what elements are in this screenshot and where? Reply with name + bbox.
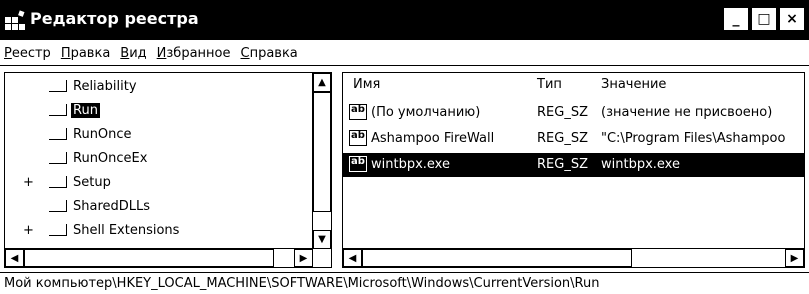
list-horizontal-scrollbar[interactable]: ◀ ▶ — [343, 248, 804, 267]
menu-access-key: Р — [4, 46, 12, 61]
tree-item[interactable]: SharedDLLs — [49, 195, 152, 217]
tree-item-label[interactable]: Setup — [71, 175, 113, 190]
menu-item[interactable]: Правка — [61, 46, 110, 61]
list-row[interactable]: ab wintbpx.exe REG_SZ wintbpx.exe — [343, 153, 804, 177]
column-header-type[interactable]: Тип — [537, 77, 562, 92]
scroll-right-arrow-icon[interactable]: ▶ — [294, 249, 313, 267]
scroll-left-arrow-icon[interactable]: ◀ — [5, 249, 24, 267]
registry-editor-icon — [4, 8, 26, 32]
tree-item[interactable]: RunOnce — [49, 123, 134, 145]
status-path: Мой компьютер\HKEY_LOCAL_MACHINE\SOFTWAR… — [4, 276, 600, 291]
tree-vertical-scrollbar[interactable]: ▲ ▼ — [312, 73, 331, 249]
menu-access-key: С — [240, 46, 250, 61]
scroll-down-arrow-icon[interactable]: ▼ — [313, 230, 331, 249]
tree-connector — [49, 176, 67, 188]
scroll-up-arrow-icon[interactable]: ▲ — [313, 73, 331, 92]
tree-item[interactable]: RunOnceEx — [49, 147, 149, 169]
string-value-icon: ab — [349, 156, 367, 172]
tree-connector — [49, 104, 67, 116]
expand-plus-icon[interactable]: + — [23, 223, 35, 238]
value-data: (значение не присвоено) — [601, 105, 773, 120]
menu-item[interactable]: Справка — [241, 46, 298, 61]
list-row[interactable]: ab Ashampoo FireWall REG_SZ "C:\Program Fil… — [343, 127, 804, 151]
list-horizontal-scroll-thumb[interactable] — [362, 249, 632, 267]
scroll-right-arrow-icon[interactable]: ▶ — [785, 249, 804, 267]
tree-item-label[interactable]: RunOnceEx — [71, 151, 149, 166]
window-title: Редактор реестра — [30, 9, 199, 28]
tree-connector — [49, 200, 67, 212]
menu-access-key: И — [156, 46, 167, 61]
tree-horizontal-scrollbar[interactable]: ◀ ▶ — [5, 248, 313, 267]
value-type: REG_SZ — [537, 131, 588, 146]
values-list-pane[interactable]: Имя Тип Значение ab (По умолчанию) REG_SZ (… — [342, 72, 805, 268]
value-name: Ashampoo FireWall — [371, 131, 495, 146]
list-header: Имя Тип Значение — [343, 73, 804, 95]
value-data: wintbpx.exe — [601, 157, 680, 172]
tree-item-label[interactable]: SharedDLLs — [71, 199, 152, 214]
value-name: (По умолчанию) — [371, 105, 481, 120]
menu-item[interactable]: Реестр — [4, 46, 51, 61]
tree-vertical-scroll-thumb[interactable] — [313, 92, 331, 212]
tree-item-label[interactable]: Reliability — [71, 79, 139, 94]
menu-item[interactable]: Избранное — [157, 46, 231, 61]
menu-access-key: В — [120, 46, 130, 61]
minimize-button[interactable]: _ — [723, 7, 749, 31]
column-header-value[interactable]: Значение — [601, 77, 666, 92]
tree-item[interactable]: Reliability — [49, 75, 139, 97]
string-value-icon: ab — [349, 130, 367, 146]
tree-item[interactable]: + Shell Extensions — [23, 219, 181, 241]
tree-item-label[interactable]: Run — [71, 102, 100, 118]
value-name: wintbpx.exe — [371, 157, 450, 172]
scroll-left-arrow-icon[interactable]: ◀ — [343, 249, 362, 267]
tree-item-label[interactable]: Shell Extensions — [71, 223, 181, 238]
maximize-button[interactable]: □ — [751, 7, 777, 31]
menu-item[interactable]: Вид — [120, 46, 146, 61]
tree-item-label[interactable]: RunOnce — [71, 127, 134, 142]
tree-connector — [49, 128, 67, 140]
tree-connector — [49, 152, 67, 164]
tree-horizontal-scroll-thumb[interactable] — [24, 249, 274, 267]
tree-connector — [49, 80, 67, 92]
column-header-name[interactable]: Имя — [353, 77, 380, 92]
tree-item[interactable]: Run — [49, 99, 100, 121]
value-type: REG_SZ — [537, 105, 588, 120]
value-type: REG_SZ — [537, 157, 588, 172]
tree-item[interactable]: + Setup — [23, 171, 113, 193]
title-bar[interactable]: Редактор реестра _ □ × — [0, 0, 809, 40]
value-data: "C:\Program Files\Ashampoo — [601, 131, 786, 146]
menu-access-key: П — [60, 46, 71, 61]
string-value-icon: ab — [349, 104, 367, 120]
expand-plus-icon[interactable]: + — [23, 175, 35, 190]
status-bar: Мой компьютер\HKEY_LOCAL_MACHINE\SOFTWAR… — [0, 272, 809, 294]
key-tree-pane[interactable]: Reliability Run RunOnce RunOnceEx + Setup Shar… — [4, 72, 332, 268]
list-row[interactable]: ab (По умолчанию) REG_SZ (значение не присв… — [343, 101, 804, 125]
menu-bar: Реестр Правка Вид Избранное Справка — [0, 42, 809, 66]
close-button[interactable]: × — [779, 7, 805, 31]
key-tree[interactable]: Reliability Run RunOnce RunOnceEx + Setup Shar… — [5, 73, 313, 249]
tree-connector — [49, 224, 67, 236]
